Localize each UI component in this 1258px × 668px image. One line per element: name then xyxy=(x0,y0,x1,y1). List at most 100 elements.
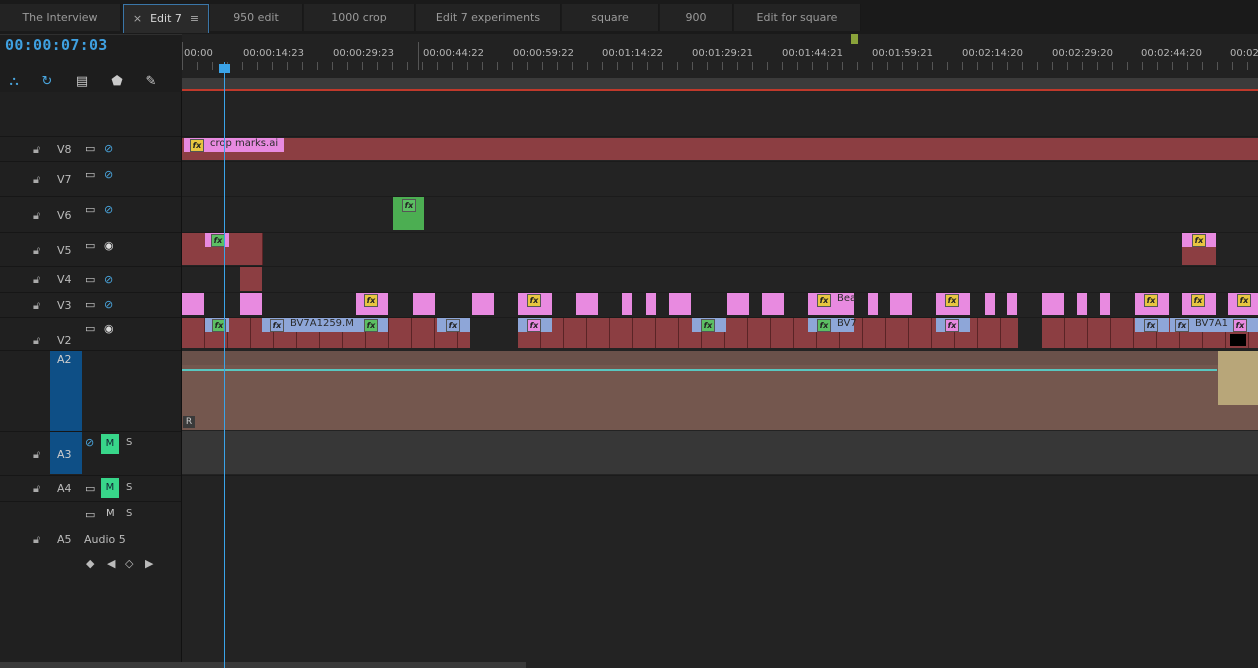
clip-v3[interactable] xyxy=(240,293,262,315)
eye-icon[interactable]: ◉ xyxy=(104,322,114,335)
tab-1000-crop[interactable]: 1000 crop xyxy=(304,4,415,31)
clip-v3[interactable] xyxy=(985,293,995,315)
clip-v3[interactable]: fx xyxy=(1228,293,1258,315)
clip-v3[interactable]: fx Bea xyxy=(808,293,856,315)
sync-lock-icon[interactable]: ▭ xyxy=(85,298,95,311)
audio-transition[interactable] xyxy=(1218,351,1258,405)
clip-v3[interactable] xyxy=(1042,293,1064,315)
tab-edit-for-square[interactable]: Edit for square xyxy=(734,4,861,31)
playhead-line[interactable] xyxy=(224,62,225,668)
sync-lock-off-icon[interactable]: ⊘ xyxy=(85,436,94,449)
clip-v2[interactable]: fx xyxy=(356,318,388,332)
clip-v4[interactable] xyxy=(240,267,262,291)
clip-v2[interactable]: fx xyxy=(1135,318,1169,332)
clip-v3[interactable]: fx xyxy=(356,293,388,315)
linked-selection-icon[interactable]: ↻ xyxy=(38,73,56,91)
solo-button[interactable]: S xyxy=(126,482,132,493)
wrench-icon[interactable]: ✎ xyxy=(142,73,160,91)
lock-icon[interactable]: 🔓︎ xyxy=(33,244,40,258)
clip-v3[interactable] xyxy=(1007,293,1017,315)
clip-v2[interactable]: fx xyxy=(692,318,726,332)
tab-square[interactable]: square xyxy=(562,4,659,31)
solo-button[interactable]: S xyxy=(126,437,132,448)
keyframe-add-icon[interactable]: ◆ xyxy=(86,557,94,570)
solo-button[interactable]: S xyxy=(126,508,132,519)
next-keyframe-icon[interactable]: ▶ xyxy=(145,557,153,570)
clip-v2[interactable]: fx xyxy=(1228,318,1258,332)
track-name[interactable]: V6 xyxy=(57,209,72,222)
prev-keyframe-icon[interactable]: ◀ xyxy=(107,557,115,570)
clip-v6-green[interactable]: fx xyxy=(393,197,424,230)
clip-crop-marks[interactable]: fx crop marks.ai xyxy=(184,138,284,152)
clip-v3[interactable]: fx xyxy=(1182,293,1216,315)
clip-v3[interactable] xyxy=(868,293,878,315)
track-name[interactable]: A3 xyxy=(57,448,72,461)
clip-v2-bv7[interactable]: fx BV7 xyxy=(808,318,857,332)
sequence-marker[interactable] xyxy=(851,34,858,44)
track-name[interactable]: V7 xyxy=(57,173,72,186)
panel-menu-icon[interactable]: ≡ xyxy=(190,12,199,25)
sync-lock-icon[interactable]: ▭ xyxy=(85,273,95,286)
lock-icon[interactable]: 🔓︎ xyxy=(33,334,40,348)
sync-lock-icon[interactable]: ▭ xyxy=(85,142,95,155)
clip-v3[interactable] xyxy=(622,293,632,315)
clip-v2-black[interactable] xyxy=(1230,334,1246,346)
tab-900[interactable]: 900 xyxy=(660,4,733,31)
sync-lock-icon[interactable]: ▭ xyxy=(85,239,95,252)
sync-lock-icon[interactable]: ▭ xyxy=(85,168,95,181)
clip-v3[interactable]: fx xyxy=(1135,293,1169,315)
clip-v2[interactable]: fx xyxy=(936,318,970,332)
mute-button[interactable]: M xyxy=(101,478,119,498)
clip-v2[interactable]: fx xyxy=(518,318,552,332)
track-name[interactable]: V5 xyxy=(57,244,72,257)
eye-off-icon[interactable]: ⊘ xyxy=(104,298,113,311)
clip-v3[interactable]: fx xyxy=(518,293,552,315)
clip-v2-bv7a1[interactable]: fx BV7A1 xyxy=(1170,318,1228,332)
eye-off-icon[interactable]: ⊘ xyxy=(104,203,113,216)
lock-icon[interactable]: 🔓︎ xyxy=(33,299,40,313)
sync-lock-icon[interactable]: ▭ xyxy=(85,322,95,335)
sync-lock-icon[interactable]: ▭ xyxy=(85,203,95,216)
eye-off-icon[interactable]: ⊘ xyxy=(104,273,113,286)
track-name[interactable]: V3 xyxy=(57,299,72,312)
lock-icon[interactable]: 🔓︎ xyxy=(33,173,40,187)
sync-lock-icon[interactable]: ▭ xyxy=(85,508,95,521)
clip-v3[interactable] xyxy=(1077,293,1087,315)
marker-icon[interactable]: ⬟ xyxy=(108,73,126,91)
clip-v3[interactable] xyxy=(762,293,784,315)
tab-950-edit[interactable]: 950 edit xyxy=(210,4,303,31)
mute-button[interactable]: M xyxy=(106,508,115,519)
close-icon[interactable]: × xyxy=(133,12,142,25)
clip-v3[interactable] xyxy=(182,293,204,315)
track-name[interactable]: A5 xyxy=(57,533,72,546)
eye-icon[interactable]: ◉ xyxy=(104,239,114,252)
lock-icon[interactable]: 🔓︎ xyxy=(33,143,40,157)
lock-icon[interactable]: 🔓︎ xyxy=(33,209,40,223)
sync-lock-icon[interactable]: ▭ xyxy=(85,482,95,495)
lock-icon[interactable]: 🔓︎ xyxy=(33,273,40,287)
clip-v3[interactable] xyxy=(1100,293,1110,315)
clip-v3[interactable] xyxy=(890,293,912,315)
work-area-bar[interactable] xyxy=(182,78,1258,89)
audio-volume-line[interactable] xyxy=(182,369,1217,371)
lock-icon[interactable]: 🔓︎ xyxy=(33,448,40,462)
playhead-timecode[interactable]: 00:00:07:03 xyxy=(5,36,108,54)
eye-off-icon[interactable]: ⊘ xyxy=(104,168,113,181)
clip-crop-marks-bar[interactable] xyxy=(182,138,1258,160)
clip-v3[interactable] xyxy=(727,293,749,315)
lock-icon[interactable]: 🔓︎ xyxy=(33,482,40,496)
add-marker-menu-icon[interactable]: ▤ xyxy=(73,73,91,91)
clip-v2[interactable]: fx xyxy=(437,318,470,332)
track-name[interactable]: A4 xyxy=(57,482,72,495)
lock-icon[interactable]: 🔓︎ xyxy=(33,533,40,547)
clip-v2[interactable]: fx xyxy=(205,318,229,332)
clip-v3[interactable] xyxy=(413,293,435,315)
clip-v3[interactable] xyxy=(646,293,656,315)
snap-icon[interactable]: ⛬ xyxy=(5,73,23,91)
track-name[interactable]: V8 xyxy=(57,143,72,156)
track-label-audio-5[interactable]: Audio 5 xyxy=(84,533,126,546)
clip-v3[interactable] xyxy=(472,293,494,315)
track-name[interactable]: A2 xyxy=(57,353,72,366)
clip-v3[interactable] xyxy=(576,293,598,315)
track-name[interactable]: V2 xyxy=(57,334,72,347)
